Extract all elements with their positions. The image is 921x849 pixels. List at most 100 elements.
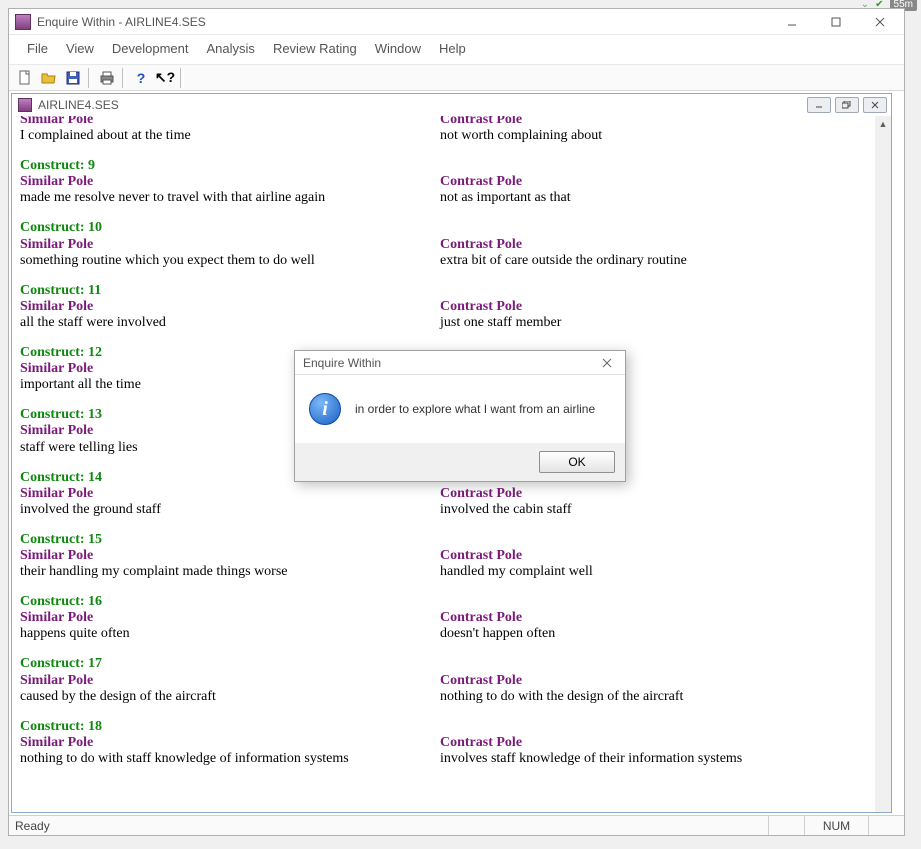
maximize-icon — [831, 17, 841, 27]
similar-pole-text: made me resolve never to travel with tha… — [20, 190, 325, 205]
scrollbar[interactable]: ▲ — [875, 116, 891, 812]
construct-block: Construct: 9Similar PoleContrast Polemad… — [20, 158, 883, 206]
contrast-pole-label: Contrast Pole — [440, 673, 522, 688]
similar-pole-text: caused by the design of the aircraft — [20, 689, 216, 704]
child-restore-button[interactable] — [835, 97, 859, 113]
similar-pole-text: happens quite often — [20, 626, 130, 641]
close-icon — [871, 101, 879, 109]
dialog-button-row: OK — [295, 443, 625, 481]
similar-pole-label: Similar Pole — [20, 610, 93, 625]
similar-pole-label: Similar Pole — [20, 673, 93, 688]
similar-pole-label: Similar Pole — [20, 735, 93, 750]
contrast-pole-text: not as important as that — [440, 190, 571, 205]
contrast-pole-text: doesn't happen often — [440, 626, 555, 641]
window-title: Enquire Within - AIRLINE4.SES — [37, 15, 770, 29]
contrast-pole-text: not worth complaining about — [440, 128, 602, 143]
construct-block: Construct: 16Similar Pole Contrast Pole ha… — [20, 594, 883, 642]
open-folder-icon — [41, 71, 57, 85]
contrast-pole-label: Contrast Pole — [440, 735, 522, 750]
help-icon: ? — [137, 70, 146, 86]
contrast-pole-label: Contrast Pole — [440, 610, 522, 625]
info-dialog: Enquire Within i in order to explore wha… — [294, 350, 626, 482]
status-cell — [868, 816, 904, 835]
similar-pole-text: something routine which you expect them … — [20, 253, 315, 268]
construct-block: Construct: 11Similar PoleContrast Poleal… — [20, 283, 883, 331]
similar-pole-label: Similar Pole — [20, 237, 93, 252]
ok-button[interactable]: OK — [539, 451, 615, 473]
print-button[interactable] — [96, 68, 118, 88]
child-close-button[interactable] — [863, 97, 887, 113]
context-help-button[interactable]: ↖? — [154, 68, 176, 88]
child-app-icon — [18, 98, 32, 112]
construct-block: Construct: 18Similar PoleContrast Poleno… — [20, 719, 883, 767]
construct-block: Construct: 8Similar PoleContrast PoleI c… — [20, 116, 883, 144]
close-icon — [602, 358, 612, 368]
open-file-button[interactable] — [38, 68, 60, 88]
minimize-icon — [815, 101, 823, 109]
similar-pole-text: their handling my complaint made things … — [20, 564, 288, 579]
menu-view[interactable]: View — [58, 39, 102, 58]
contrast-pole-label: Contrast Pole — [440, 174, 522, 189]
similar-pole-text: all the staff were involved — [20, 315, 166, 330]
similar-pole-text: important all the time — [20, 377, 141, 392]
scrollbar-up-icon[interactable]: ▲ — [877, 118, 889, 130]
menu-review-rating[interactable]: Review Rating — [265, 39, 365, 58]
toolbar-separator — [122, 68, 126, 88]
contrast-pole-text: just one staff member — [440, 315, 561, 330]
construct-id: Construct: 16 — [20, 594, 102, 609]
menu-window[interactable]: Window — [367, 39, 429, 58]
contrast-pole-label: Contrast Pole — [440, 116, 522, 127]
construct-id: Construct: 12 — [20, 345, 102, 360]
minimize-icon — [787, 17, 797, 27]
contrast-pole-text: extra bit of care outside the ordinary r… — [440, 253, 687, 268]
app-icon — [15, 14, 31, 30]
toolbar-separator — [88, 68, 92, 88]
new-file-button[interactable] — [14, 68, 36, 88]
close-icon — [875, 17, 885, 27]
dialog-body: i in order to explore what I want from a… — [295, 375, 625, 443]
construct-id: Construct: 11 — [20, 283, 101, 298]
dialog-title: Enquire Within — [303, 356, 593, 370]
save-icon — [66, 71, 80, 85]
status-cell — [768, 816, 804, 835]
contrast-pole-label: Contrast Pole — [440, 548, 522, 563]
similar-pole-label: Similar Pole — [20, 174, 93, 189]
construct-block: Construct: 15Similar Pole Contrast Pole th… — [20, 532, 883, 580]
dialog-close-button[interactable] — [593, 353, 621, 373]
similar-pole-text: involved the ground staff — [20, 502, 161, 517]
menu-analysis[interactable]: Analysis — [199, 39, 263, 58]
contrast-pole-label: Contrast Pole — [440, 299, 522, 314]
save-button[interactable] — [62, 68, 84, 88]
similar-pole-label: Similar Pole — [20, 548, 93, 563]
menubar: File View Development Analysis Review Ra… — [9, 35, 904, 65]
construct-id: Construct: 10 — [20, 220, 102, 235]
contrast-pole-label: Contrast Pole — [440, 486, 522, 501]
child-minimize-button[interactable] — [807, 97, 831, 113]
menu-development[interactable]: Development — [104, 39, 197, 58]
minimize-button[interactable] — [770, 10, 814, 34]
contrast-pole-text: involves staff knowledge of their inform… — [440, 751, 742, 766]
construct-block: Construct: 10Similar PoleContrast Poleso… — [20, 220, 883, 268]
child-titlebar: AIRLINE4.SES — [12, 94, 891, 116]
dialog-titlebar: Enquire Within — [295, 351, 625, 375]
construct-id: Construct: 15 — [20, 532, 102, 547]
menu-help[interactable]: Help — [431, 39, 474, 58]
child-title: AIRLINE4.SES — [38, 98, 807, 112]
dialog-message: in order to explore what I want from an … — [355, 402, 611, 416]
contrast-pole-text: involved the cabin staff — [440, 502, 572, 517]
status-text: Ready — [9, 819, 768, 833]
maximize-button[interactable] — [814, 10, 858, 34]
similar-pole-label: Similar Pole — [20, 361, 93, 376]
statusbar: Ready NUM — [9, 815, 904, 835]
print-icon — [99, 71, 115, 85]
help-button[interactable]: ? — [130, 68, 152, 88]
restore-icon — [842, 101, 852, 109]
close-button[interactable] — [858, 10, 902, 34]
context-help-icon: ↖? — [155, 69, 175, 86]
similar-pole-label: Similar Pole — [20, 116, 93, 127]
construct-id: Construct: 18 — [20, 719, 102, 734]
contrast-pole-text: nothing to do with the design of the air… — [440, 689, 683, 704]
toolbar-separator — [180, 68, 184, 88]
menu-file[interactable]: File — [19, 39, 56, 58]
status-num: NUM — [804, 816, 868, 835]
